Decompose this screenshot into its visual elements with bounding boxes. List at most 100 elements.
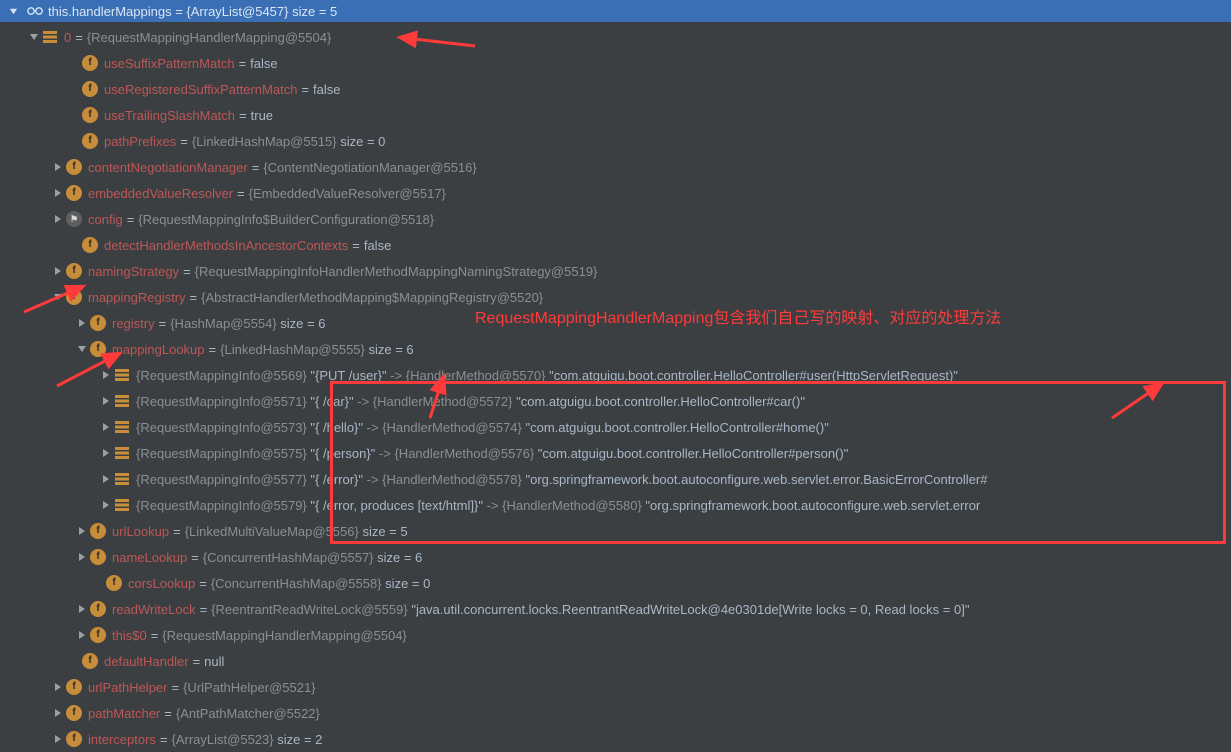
expand-toggle[interactable]: [52, 291, 64, 303]
field-icon: f: [90, 627, 106, 643]
field-icon: f: [82, 133, 98, 149]
node-label: readWriteLock={ReentrantReadWriteLock@55…: [112, 603, 969, 616]
tree-row[interactable]: fregistry={HashMap@5554} size = 6: [0, 310, 1231, 336]
tree-row[interactable]: fpathMatcher={AntPathMatcher@5522}: [0, 700, 1231, 726]
tree-row[interactable]: f embeddedValueResolver={EmbeddedValueRes…: [0, 180, 1231, 206]
header-text: this.handlerMappings = {ArrayList@5457} …: [48, 5, 337, 18]
tree-row[interactable]: f useSuffixPatternMatch=false: [0, 50, 1231, 76]
node-label: nameLookup={ConcurrentHashMap@5557} size…: [112, 551, 422, 564]
tree-row[interactable]: furlLookup={LinkedMultiValueMap@5556} si…: [0, 518, 1231, 544]
expand-toggle[interactable]: [76, 603, 88, 615]
tree-row[interactable]: f corsLookup={ConcurrentHashMap@5558} siz…: [0, 570, 1231, 596]
tree-row[interactable]: {RequestMappingInfo@5571} "{ /car}" -> {…: [0, 388, 1231, 414]
field-icon: f: [66, 705, 82, 721]
tree-row[interactable]: f mappingRegistry={AbstractHandlerMethodM…: [0, 284, 1231, 310]
field-icon: f: [90, 315, 106, 331]
field-icon: f: [66, 731, 82, 747]
tree-row[interactable]: f pathPrefixes={LinkedHashMap@5515} size …: [0, 128, 1231, 154]
tree-row[interactable]: f interceptors={ArrayList@5523} size = 2: [0, 726, 1231, 752]
tree-row[interactable]: fcontentNegotiationManager={ContentNegot…: [0, 154, 1231, 180]
tree-row[interactable]: furlPathHelper={UrlPathHelper@5521}: [0, 674, 1231, 700]
expand-toggle[interactable]: [100, 421, 112, 433]
variables-tree[interactable]: 0={RequestMappingHandlerMapping@5504}fus…: [0, 22, 1231, 752]
field-icon: f: [82, 55, 98, 71]
tree-row[interactable]: f nameLookup={ConcurrentHashMap@5557} siz…: [0, 544, 1231, 570]
field-icon: f: [66, 185, 82, 201]
expand-toggle[interactable]: [76, 525, 88, 537]
node-label: defaultHandler=null: [104, 655, 224, 668]
tree-row[interactable]: f detectHandlerMethodsInAncestorContexts=…: [0, 232, 1231, 258]
field-icon: f: [90, 549, 106, 565]
expand-toggle[interactable]: [52, 161, 64, 173]
node-label: config={RequestMappingInfo$BuilderConfig…: [88, 213, 434, 226]
tree-row[interactable]: 0={RequestMappingHandlerMapping@5504}: [0, 24, 1231, 50]
list-item-icon: [114, 367, 130, 383]
expand-toggle[interactable]: [76, 343, 88, 355]
debugger-header[interactable]: this.handlerMappings = {ArrayList@5457} …: [0, 0, 1231, 22]
node-label: urlLookup={LinkedMultiValueMap@5556} siz…: [112, 525, 408, 538]
field-icon: f: [106, 575, 122, 591]
node-label: namingStrategy={RequestMappingInfoHandle…: [88, 265, 597, 278]
expand-toggle[interactable]: [100, 395, 112, 407]
list-item-icon: [114, 445, 130, 461]
node-label: pathPrefixes={LinkedHashMap@5515} size =…: [104, 135, 385, 148]
expand-toggle[interactable]: [52, 265, 64, 277]
tree-row[interactable]: f defaultHandler=null: [0, 648, 1231, 674]
flags-icon: ⚑: [66, 211, 82, 227]
field-icon: f: [82, 653, 98, 669]
node-label: {RequestMappingInfo@5571} "{ /car}" -> {…: [136, 395, 805, 408]
node-label: useRegisteredSuffixPatternMatch=false: [104, 83, 340, 96]
node-label: {RequestMappingInfo@5569} "{PUT /user}" …: [136, 369, 958, 382]
tree-row[interactable]: f this$0={RequestMappingHandlerMapping@55…: [0, 622, 1231, 648]
field-icon: f: [90, 341, 106, 357]
field-icon: f: [66, 159, 82, 175]
tree-row[interactable]: {RequestMappingInfo@5577} "{ /error}" ->…: [0, 466, 1231, 492]
node-label: this$0={RequestMappingHandlerMapping@550…: [112, 629, 407, 642]
node-label: {RequestMappingInfo@5575} "{ /person}" -…: [136, 447, 848, 460]
expand-toggle[interactable]: [52, 707, 64, 719]
expand-toggle[interactable]: [52, 681, 64, 693]
tree-row[interactable]: f useTrailingSlashMatch=true: [0, 102, 1231, 128]
tree-row[interactable]: {RequestMappingInfo@5569} "{PUT /user}" …: [0, 362, 1231, 388]
expand-toggle[interactable]: [76, 551, 88, 563]
node-label: embeddedValueResolver={EmbeddedValueReso…: [88, 187, 446, 200]
expand-toggle[interactable]: [100, 369, 112, 381]
list-item-icon: [114, 393, 130, 409]
chevron-down-icon[interactable]: [8, 6, 18, 16]
node-label: useTrailingSlashMatch=true: [104, 109, 273, 122]
expand-toggle[interactable]: [76, 629, 88, 641]
tree-row[interactable]: f namingStrategy={RequestMappingInfoHandl…: [0, 258, 1231, 284]
node-label: useSuffixPatternMatch=false: [104, 57, 278, 70]
expand-toggle[interactable]: [52, 187, 64, 199]
node-label: urlPathHelper={UrlPathHelper@5521}: [88, 681, 316, 694]
node-label: mappingRegistry={AbstractHandlerMethodMa…: [88, 291, 543, 304]
field-icon: f: [82, 107, 98, 123]
tree-row[interactable]: {RequestMappingInfo@5579} "{ /error, pro…: [0, 492, 1231, 518]
tree-row[interactable]: {RequestMappingInfo@5573} "{ /hello}" ->…: [0, 414, 1231, 440]
expand-toggle[interactable]: [28, 31, 40, 43]
tree-row[interactable]: ⚑ config={RequestMappingInfo$BuilderConfi…: [0, 206, 1231, 232]
expand-toggle[interactable]: [100, 499, 112, 511]
node-label: detectHandlerMethodsInAncestorContexts=f…: [104, 239, 391, 252]
node-label: corsLookup={ConcurrentHashMap@5558} size…: [128, 577, 430, 590]
expand-toggle[interactable]: [100, 447, 112, 459]
tree-row[interactable]: f readWriteLock={ReentrantReadWriteLock@5…: [0, 596, 1231, 622]
expand-toggle[interactable]: [52, 733, 64, 745]
field-icon: f: [90, 601, 106, 617]
expand-toggle[interactable]: [52, 213, 64, 225]
field-icon: f: [82, 237, 98, 253]
tree-row[interactable]: fmappingLookup={LinkedHashMap@5555} size…: [0, 336, 1231, 362]
node-label: {RequestMappingInfo@5579} "{ /error, pro…: [136, 499, 980, 512]
node-label: {RequestMappingInfo@5573} "{ /hello}" ->…: [136, 421, 829, 434]
field-icon: f: [66, 263, 82, 279]
tree-row[interactable]: {RequestMappingInfo@5575} "{ /person}" -…: [0, 440, 1231, 466]
node-label: interceptors={ArrayList@5523} size = 2: [88, 733, 322, 746]
expand-toggle[interactable]: [76, 317, 88, 329]
node-label: {RequestMappingInfo@5577} "{ /error}" ->…: [136, 473, 987, 486]
list-item-icon: [42, 29, 58, 45]
expand-toggle[interactable]: [100, 473, 112, 485]
field-icon: f: [66, 289, 82, 305]
tree-row[interactable]: f useRegisteredSuffixPatternMatch=false: [0, 76, 1231, 102]
watch-glasses-icon: [26, 6, 44, 16]
field-icon: f: [82, 81, 98, 97]
